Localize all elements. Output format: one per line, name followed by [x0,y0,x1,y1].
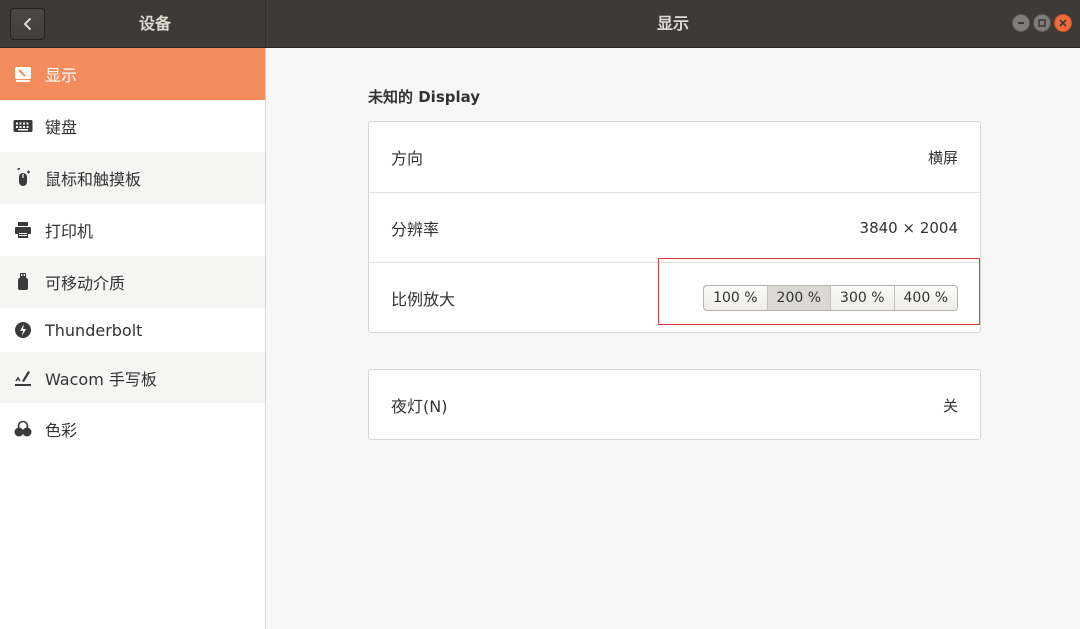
sidebar-item-label: 键盘 [45,118,78,137]
sidebar-item-display[interactable]: 显示 [0,48,265,100]
night-light-panel: 夜灯(N) 关 [368,369,981,440]
scale-option-200[interactable]: 200 % [766,285,831,310]
display-icon [12,63,34,85]
scale-option-400[interactable]: 400 % [893,285,957,310]
thunderbolt-icon [12,319,34,341]
maximize-icon [1038,19,1046,27]
night-light-value[interactable]: 关 [943,395,958,416]
resolution-value[interactable]: 3840 × 2004 [860,219,958,237]
sidebar-item-label: 显示 [45,66,78,85]
sidebar-item-thunderbolt[interactable]: Thunderbolt [0,308,265,352]
main-content: 未知的 Display 方向 横屏 分辨率 3840 × 2004 比例放大 1… [267,48,1080,629]
minimize-button[interactable] [1012,14,1030,32]
sidebar-item-keyboard[interactable]: 键盘 [0,100,265,152]
scale-selector: 100 % 200 % 300 % 400 % [703,284,958,311]
scale-option-100[interactable]: 100 % [704,286,766,310]
scale-row: 比例放大 100 % 200 % 300 % 400 % [369,262,980,332]
tablet-icon [12,367,34,389]
sidebar-item-label: 打印机 [45,222,94,241]
orientation-row[interactable]: 方向 横屏 [369,122,980,192]
settings-window: 设备 显示 显示 键盘 鼠标和触摸板 打印机 可移动介质 Thunderbolt… [0,0,1080,629]
printer-icon [12,219,34,241]
sidebar-item-label: 鼠标和触摸板 [45,170,142,189]
sidebar-item-label: Wacom 手写板 [45,369,157,389]
night-light-label: 夜灯(N) [391,397,448,416]
scale-label: 比例放大 [391,289,456,309]
back-button[interactable] [10,8,45,40]
display-name-heading: 未知的 Display [368,88,481,106]
night-light-row[interactable]: 夜灯(N) 关 [369,370,980,440]
sidebar-item-color[interactable]: 色彩 [0,403,265,455]
chevron-left-icon [23,18,31,30]
minimize-icon [1018,22,1024,24]
sidebar-item-mouse[interactable]: 鼠标和触摸板 [0,152,265,204]
display-settings-panel: 方向 横屏 分辨率 3840 × 2004 比例放大 100 % 200 % 3… [368,121,981,333]
orientation-label: 方向 [391,149,424,168]
sidebar-item-label: 可移动介质 [45,274,126,293]
sidebar-item-label: Thunderbolt [45,320,143,340]
sidebar-header: 设备 [0,0,266,47]
orientation-value[interactable]: 横屏 [928,147,958,168]
usb-icon [12,271,34,293]
close-button[interactable] [1054,14,1072,32]
mouse-icon [12,167,34,189]
window-title: 显示 [656,14,689,33]
close-icon [1059,19,1067,27]
header-bar: 设备 显示 [0,0,1080,48]
maximize-button[interactable] [1033,14,1051,32]
sidebar-title: 设备 [138,14,171,33]
resolution-row[interactable]: 分辨率 3840 × 2004 [369,192,980,262]
window-controls [1012,14,1072,32]
sidebar-item-wacom[interactable]: Wacom 手写板 [0,352,265,403]
sidebar-item-label: 色彩 [45,421,78,440]
scale-option-300[interactable]: 300 % [830,285,893,310]
color-icon [12,418,34,440]
keyboard-icon [12,115,34,137]
sidebar-item-removable-media[interactable]: 可移动介质 [0,256,265,308]
sidebar: 显示 键盘 鼠标和触摸板 打印机 可移动介质 Thunderbolt Wacom… [0,48,266,629]
resolution-label: 分辨率 [391,219,440,239]
sidebar-item-printers[interactable]: 打印机 [0,204,265,256]
